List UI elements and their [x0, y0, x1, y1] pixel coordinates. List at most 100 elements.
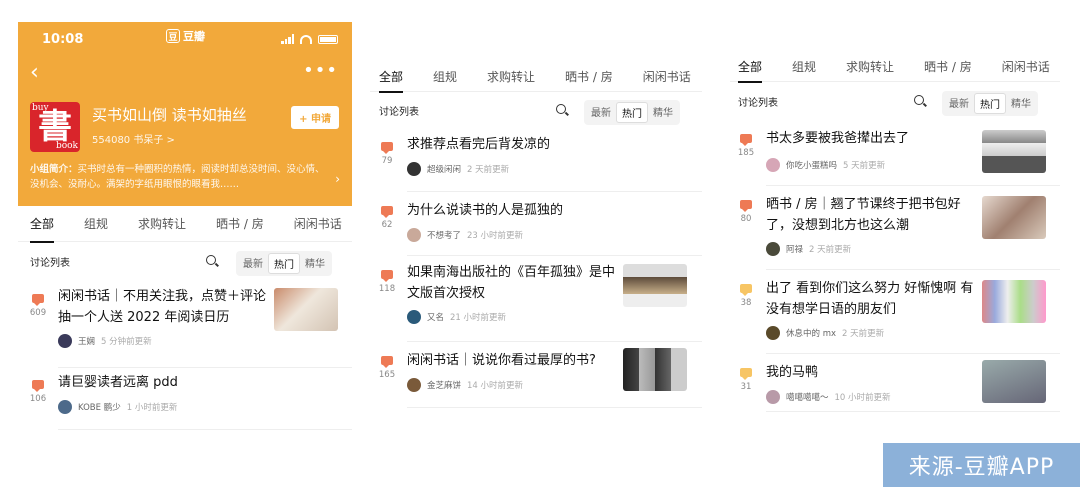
comment-icon [740, 368, 752, 380]
list-item[interactable]: 79 求推荐点看完后背发凉的 超级闲闲 2 天前更新 [381, 128, 702, 192]
list-item[interactable]: 165 闲闲书话｜说说你看过最厚的书? 金芝麻饼 14 小时前更新 [379, 342, 702, 408]
list-item[interactable]: 31 我的马鸭 噶噶噶噶～ 10 小时前更新 [740, 354, 1060, 412]
list-label: 讨论列表 [738, 97, 778, 109]
post-thumbnail [982, 280, 1046, 323]
tab-all[interactable]: 全部 [30, 206, 55, 243]
list-item[interactable]: 80 晒书 / 房｜翘了节课终于把书包好了，没想到北方也这么潮 阿禄 2 天前更新 [740, 186, 1060, 270]
group-name: 买书如山倒 读书如抽丝 [92, 106, 247, 124]
status-bar: 10:08 豆豆瓣 [18, 22, 352, 58]
sort-best[interactable]: 精华 [300, 253, 330, 274]
tab-show[interactable]: 晒书 / 房 [924, 52, 972, 82]
group-info: buy 書 book 买书如山倒 读书如抽丝 554080 书呆子 > [30, 102, 247, 152]
sort-hot[interactable]: 热门 [974, 93, 1006, 114]
comment-count: 165 [378, 370, 396, 380]
join-button[interactable]: + 申请 [291, 106, 339, 129]
back-arrow-icon[interactable]: ‹ [30, 62, 39, 84]
tab-show[interactable]: 晒书 / 房 [216, 206, 264, 242]
post-title: 请巨婴读者远离 pdd [58, 375, 178, 390]
list-item[interactable]: 609 闲闲书话｜不用关注我，点赞＋评论抽一个人送 2022 年阅读日历 王娴 5… [30, 280, 352, 368]
comment-count: 38 [740, 298, 752, 308]
post-user: 金芝麻饼 [427, 381, 462, 391]
avatar[interactable] [407, 378, 421, 392]
post-meta: 不想考了 23 小时前更新 [407, 228, 523, 242]
list-item[interactable]: 118 如果南海出版社的《百年孤独》是中文版首次授权 又名 21 小时前更新 [379, 256, 702, 342]
chevron-right-icon[interactable]: › [335, 172, 340, 186]
comment-icon [740, 134, 752, 146]
douban-logo-icon: 豆 [166, 29, 180, 43]
group-avatar[interactable]: buy 書 book [30, 102, 80, 152]
post-user: 你吃小蛋糕吗 [786, 161, 838, 171]
list-item[interactable]: 185 书太多要被我爸撵出去了 你吃小蛋糕吗 5 天前更新 [738, 120, 1060, 186]
post-title: 求推荐点看完后背发凉的 [407, 137, 551, 152]
post-title: 闲闲书话｜说说你看过最厚的书? [407, 353, 596, 368]
post-title: 我的马鸭 [766, 365, 819, 380]
sort-best[interactable]: 精华 [1006, 93, 1036, 114]
avatar-text-book: book [55, 141, 78, 151]
list-item[interactable]: 38 出了 看到你们这么努力 好惭愧啊 有没有想学日语的朋友们 休息中的 mx 2… [740, 270, 1060, 354]
post-thumbnail [982, 360, 1046, 403]
tab-chat[interactable]: 闲闲书话 [643, 62, 691, 92]
list-item[interactable]: 62 为什么说读书的人是孤独的 不想考了 23 小时前更新 [381, 192, 702, 256]
comment-count: 80 [740, 214, 752, 224]
sort-latest[interactable]: 最新 [586, 102, 616, 123]
tab-rules[interactable]: 组规 [433, 62, 457, 92]
sort-hot[interactable]: 热门 [616, 102, 648, 123]
comment-icon [740, 200, 752, 212]
battery-icon [318, 34, 338, 44]
tab-show[interactable]: 晒书 / 房 [565, 62, 613, 92]
avatar[interactable] [766, 242, 780, 256]
post-title: 书太多要被我爸撵出去了 [766, 131, 910, 146]
sort-best[interactable]: 精华 [648, 102, 678, 123]
sort-latest[interactable]: 最新 [238, 253, 268, 274]
tab-trade[interactable]: 求购转让 [846, 52, 894, 82]
avatar[interactable] [407, 310, 421, 324]
post-time: 14 小时前更新 [467, 381, 524, 391]
tab-rules[interactable]: 组规 [84, 206, 108, 242]
post-time: 23 小时前更新 [467, 231, 524, 241]
more-icon[interactable]: ••• [303, 60, 338, 81]
group-intro[interactable]: 小组简介：买书时总有一种圈积的热情，阅读时却总没时间、没心情、没机会、没耐心。满… [30, 162, 330, 192]
avatar[interactable] [766, 390, 780, 404]
sort-latest[interactable]: 最新 [944, 93, 974, 114]
tab-bar: 全部 组规 求购转让 晒书 / 房 闲闲书话 [370, 62, 702, 93]
comment-count: 79 [381, 156, 393, 166]
post-title: 为什么说读书的人是孤独的 [407, 203, 564, 218]
screenshot-panel-2: 全部 组规 求购转让 晒书 / 房 闲闲书话 讨论列表 最新 热门 精华 79 … [370, 62, 702, 482]
wifi-icon [300, 34, 312, 44]
sort-hot[interactable]: 热门 [268, 253, 300, 274]
post-thumbnail [982, 130, 1046, 173]
screenshot-panel-1: 10:08 豆豆瓣 ‹ ••• buy 書 book 买书如山倒 读书如抽丝 5… [18, 22, 352, 497]
avatar[interactable] [407, 162, 421, 176]
comment-count: 609 [29, 308, 47, 318]
tab-all[interactable]: 全部 [379, 62, 404, 93]
tab-chat[interactable]: 闲闲书话 [1002, 52, 1050, 82]
post-thumbnail [982, 196, 1046, 239]
sort-segment: 最新 热门 精华 [584, 100, 680, 125]
comment-icon [740, 284, 752, 296]
tab-all[interactable]: 全部 [738, 52, 763, 83]
avatar[interactable] [407, 228, 421, 242]
search-icon[interactable] [206, 255, 216, 265]
comment-count: 62 [381, 220, 393, 230]
group-members[interactable]: 554080 书呆子 > [92, 131, 247, 146]
post-meta: 金芝麻饼 14 小时前更新 [407, 378, 523, 392]
tab-rules[interactable]: 组规 [792, 52, 816, 82]
avatar[interactable] [766, 158, 780, 172]
search-icon[interactable] [556, 104, 566, 114]
post-meta: 王娴 5 分钟前更新 [58, 334, 152, 348]
tab-trade[interactable]: 求购转让 [138, 206, 186, 242]
post-time: 2 天前更新 [467, 165, 510, 175]
comment-count: 185 [737, 148, 755, 158]
avatar[interactable] [766, 326, 780, 340]
post-user: 阿禄 [786, 245, 804, 255]
post-thumbnail [623, 348, 687, 391]
tab-chat[interactable]: 闲闲书话 [294, 206, 342, 242]
search-icon[interactable] [914, 95, 924, 105]
tab-trade[interactable]: 求购转让 [487, 62, 535, 92]
avatar[interactable] [58, 334, 72, 348]
comment-icon [381, 356, 393, 368]
post-meta: 休息中的 mx 2 天前更新 [766, 326, 884, 340]
avatar[interactable] [58, 400, 72, 414]
list-item[interactable]: 106 请巨婴读者远离 pdd KOBE 鹏少 1 小时前更新 [30, 368, 352, 430]
post-user: 又名 [427, 313, 445, 323]
